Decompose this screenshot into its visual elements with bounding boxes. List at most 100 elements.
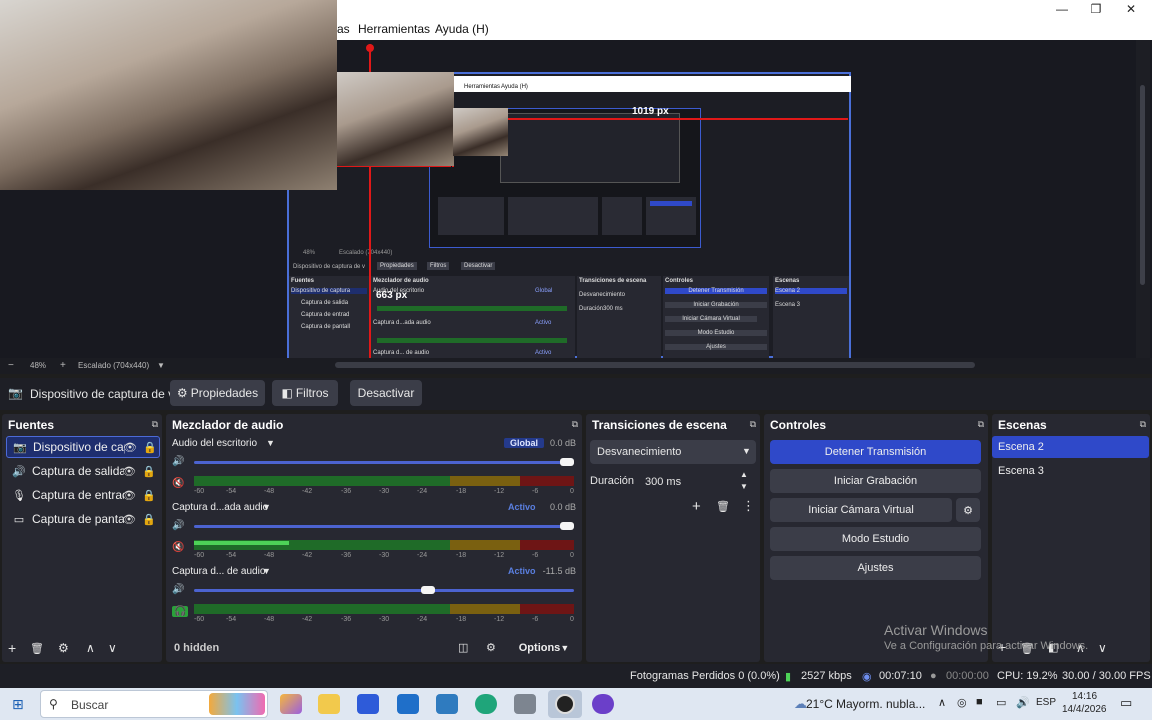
minimize-button[interactable]: — (1044, 0, 1080, 18)
stop-streaming-button[interactable]: Detener Transmisión (770, 440, 981, 464)
zoom-in-button[interactable]: + (60, 360, 66, 371)
move-down-button[interactable]: ∨ (1098, 641, 1107, 655)
chat-app-icon[interactable] (592, 694, 614, 714)
move-down-button[interactable]: ∨ (108, 641, 117, 655)
eye-icon[interactable]: 👁 (122, 489, 136, 502)
volume-slider-knob[interactable] (560, 458, 574, 466)
mixer-db-value: -11.5 dB (542, 566, 576, 576)
chevron-down-icon[interactable]: ▼ (262, 502, 271, 512)
volume-slider-knob[interactable] (421, 586, 435, 594)
tray-chevron[interactable]: ∧ (938, 696, 946, 709)
webcam-feed[interactable] (0, 0, 337, 190)
trash-icon[interactable]: 🗑 (716, 500, 730, 513)
lock-icon[interactable]: 🔒 (142, 489, 156, 502)
volume-icon[interactable]: 🔊 (1016, 696, 1030, 709)
volume-icon[interactable]: 🔊 (172, 584, 184, 595)
taskbar-search[interactable]: ⚲ Buscar (40, 690, 268, 718)
more-options-icon[interactable]: ⋮ (742, 498, 755, 514)
camera-icon[interactable]: ■ (976, 696, 983, 708)
undock-icon[interactable]: ⧉ (152, 419, 158, 430)
tray-app-icon[interactable]: ◎ (957, 696, 967, 709)
chevron-up-icon[interactable]: ▲ (740, 470, 748, 479)
start-recording-button[interactable]: Iniciar Grabación (770, 469, 981, 493)
volume-slider-knob[interactable] (560, 522, 574, 530)
undock-icon[interactable]: ⧉ (750, 419, 756, 430)
edge-icon[interactable] (475, 694, 497, 714)
speaker-icon: 🔊 (12, 465, 26, 478)
add-source-button[interactable]: + (8, 640, 16, 656)
undock-icon[interactable]: ⧉ (572, 419, 578, 430)
advanced-audio-icon[interactable]: ⚙ (486, 641, 496, 654)
app-icon[interactable] (514, 694, 536, 714)
move-up-button[interactable]: ∧ (86, 641, 95, 655)
store-icon[interactable] (357, 694, 379, 714)
eye-icon[interactable]: 👁 (123, 441, 137, 454)
eye-icon[interactable]: 👁 (122, 513, 136, 526)
scene-item[interactable]: Escena 2 (992, 436, 1149, 458)
eye-icon[interactable]: 👁 (122, 465, 136, 478)
weather-desc[interactable]: Mayorm. nubla... (836, 697, 925, 711)
menu-item-ayuda[interactable]: Ayuda (H) (435, 22, 489, 36)
chevron-down-icon[interactable]: ▼ (266, 438, 275, 448)
search-icon: ⚲ (49, 697, 58, 711)
close-button[interactable]: ✕ (1113, 0, 1149, 18)
scene-item[interactable]: Escena 3 (992, 460, 1148, 482)
trash-icon[interactable]: 🗑 (30, 642, 44, 655)
file-explorer-icon[interactable] (318, 694, 340, 714)
chevron-down-icon[interactable]: ▼ (740, 482, 748, 491)
source-item[interactable]: 📷 Dispositivo de cap 👁 🔒 (6, 436, 160, 458)
gear-icon[interactable]: ⚙ (58, 641, 69, 655)
volume-slider-track[interactable] (194, 525, 574, 528)
maximize-button[interactable]: ❐ (1078, 0, 1114, 18)
mixer-options-button[interactable]: Options ▼ (510, 638, 578, 658)
properties-button[interactable]: ⚙ Propiedades (170, 380, 265, 406)
photos-icon[interactable] (436, 694, 458, 714)
lock-icon[interactable]: 🔒 (142, 465, 156, 478)
layout-toggle-icon[interactable]: ◫ (458, 641, 468, 654)
copilot-icon[interactable] (280, 694, 302, 714)
chevron-down-icon[interactable]: ▼ (262, 566, 271, 576)
studio-mode-button[interactable]: Modo Estudio (770, 527, 981, 551)
menu-item-herramientas[interactable]: Herramientas (358, 22, 430, 36)
scale-dropdown-icon[interactable]: ▼ (157, 361, 165, 370)
network-icon[interactable]: ▭ (996, 696, 1006, 709)
volume-slider-track[interactable] (194, 589, 574, 592)
preview-horizontal-scrollbar[interactable] (335, 362, 975, 368)
filters-button[interactable]: ◧ Filtros (272, 380, 338, 406)
virtual-camera-button[interactable]: Iniciar Cámara Virtual (770, 498, 952, 522)
menu-item-escenas[interactable]: as (337, 22, 350, 36)
monitor-icon[interactable]: 🔇 (172, 478, 184, 489)
volume-slider-track[interactable] (194, 461, 574, 464)
source-item[interactable]: 🎙 Captura de entrad 👁 🔒 (6, 484, 160, 506)
deactivate-button[interactable]: Desactivar (350, 380, 422, 406)
lock-icon[interactable]: 🔒 (142, 513, 156, 526)
notification-icon[interactable]: ▭ (1120, 695, 1132, 711)
duration-field[interactable]: 300 ms ▲ ▼ (640, 470, 756, 494)
zoom-out-button[interactable]: − (8, 360, 14, 371)
volume-icon[interactable]: 🔊 (172, 520, 184, 531)
monitor-icon[interactable]: 🎧 (172, 606, 189, 617)
source-item[interactable]: ▭ Captura de pantall 👁 🔒 (6, 508, 160, 530)
undock-icon[interactable]: ⧉ (978, 419, 984, 430)
windows-start-icon[interactable]: ⊞ (12, 696, 24, 713)
scale-tick-label: -54 (226, 616, 237, 623)
weather-temp[interactable]: 21°C (806, 697, 833, 711)
scrollbar-thumb[interactable] (1140, 85, 1145, 285)
source-item[interactable]: 🔊 Captura de salida ( 👁 🔒 (6, 460, 160, 482)
clock-date[interactable]: 14/4/2026 (1062, 704, 1107, 715)
transition-select[interactable]: Desvanecimiento ▼ (590, 440, 756, 464)
outlook-icon[interactable] (397, 694, 419, 714)
clock-time[interactable]: 14:16 (1072, 691, 1097, 702)
preview-vertical-scrollbar[interactable] (1136, 40, 1150, 358)
settings-button[interactable]: Ajustes (770, 556, 981, 580)
undock-icon[interactable]: ⧉ (1140, 419, 1146, 430)
language-indicator[interactable]: ESP (1036, 697, 1056, 708)
monitor-icon[interactable]: 🔇 (172, 542, 184, 553)
lock-icon[interactable]: 🔒 (143, 441, 157, 454)
obs-taskbar-active[interactable] (548, 690, 582, 718)
virtual-camera-settings-button[interactable]: ⚙ (956, 498, 980, 522)
nested-source-item: Captura de pantall (301, 324, 351, 330)
transform-handle[interactable] (366, 44, 374, 52)
add-transition-button[interactable]: + (692, 498, 701, 515)
volume-icon[interactable]: 🔊 (172, 456, 184, 467)
